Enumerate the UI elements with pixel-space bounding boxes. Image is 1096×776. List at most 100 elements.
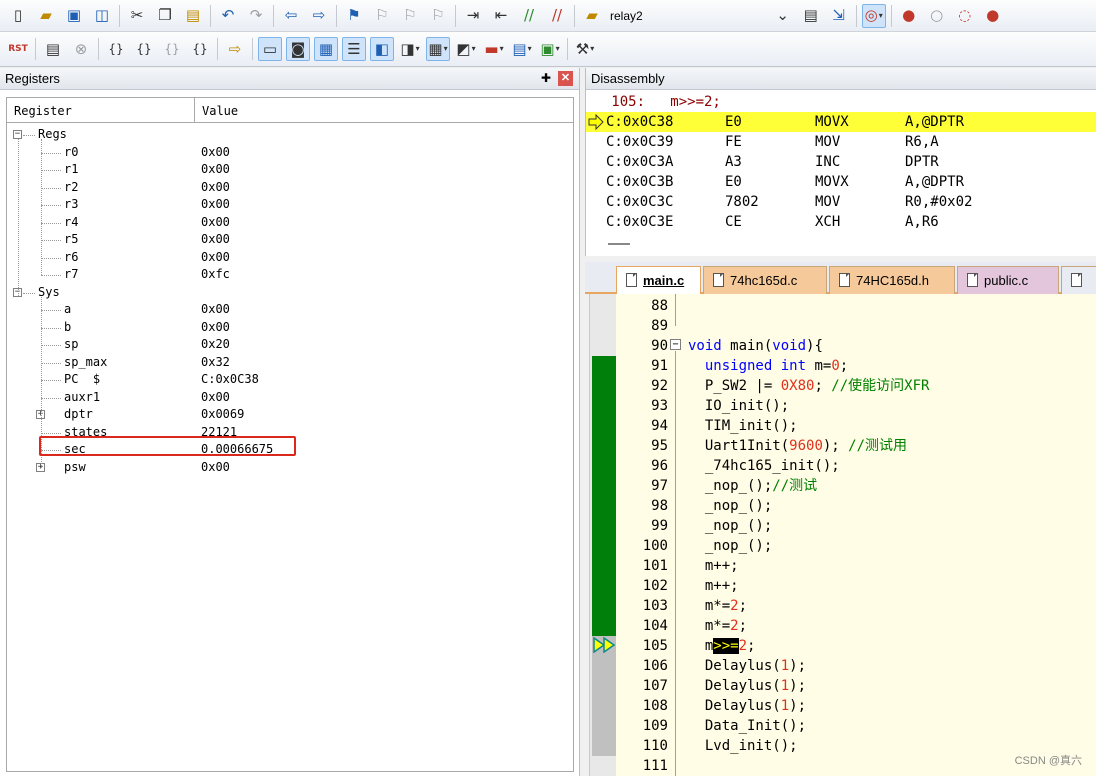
disassembly-line[interactable]: C:0x0C38 E0 MOVX A,@DPTR	[586, 112, 1096, 132]
close-icon[interactable]: ✕	[558, 71, 573, 86]
register-row[interactable]: a 0x00	[7, 301, 567, 319]
code-line[interactable]: unsigned int m=0;	[688, 356, 848, 376]
cut-icon[interactable]: ✂	[125, 4, 149, 28]
bookmark-icon[interactable]: ⚑	[342, 4, 366, 28]
tab-main-c[interactable]: main.c	[616, 266, 701, 294]
code-line[interactable]: Data_Init();	[688, 716, 806, 736]
serial-window-icon[interactable]: ◩ ▾	[454, 37, 478, 61]
watch-window-icon[interactable]: ◨ ▾	[398, 37, 422, 61]
symbols-window-icon[interactable]: ▦	[314, 37, 338, 61]
register-value[interactable]: 0x20	[201, 336, 230, 354]
memory-window-icon[interactable]: ▦ ▾	[426, 37, 450, 61]
tab-public-c[interactable]: public.c	[957, 266, 1059, 294]
nav-back-icon[interactable]: ⇦	[279, 4, 303, 28]
code-line[interactable]: m*=2;	[688, 596, 747, 616]
code-line[interactable]: TIM_init();	[688, 416, 798, 436]
code-line[interactable]: P_SW2 |= 0X80; //使能访问XFR	[688, 376, 930, 396]
tab-74hc165d-h[interactable]: 74HC165d.h	[829, 266, 955, 294]
step-out-icon[interactable]: {}	[160, 37, 184, 61]
register-row[interactable]: r2 0x00	[7, 179, 567, 197]
comment-icon[interactable]: //	[517, 4, 541, 28]
incremental-find-icon[interactable]: ⇲	[827, 4, 851, 28]
tree-collapse-icon[interactable]: −	[13, 130, 22, 139]
code-line[interactable]: _nop_();//测试	[688, 476, 817, 496]
disable-breakpoints-icon[interactable]: ◌	[953, 4, 977, 28]
register-value[interactable]: C:0x0C38	[201, 371, 259, 389]
trace-window-icon[interactable]: ▤ ▾	[510, 37, 534, 61]
code-line[interactable]: IO_init();	[688, 396, 789, 416]
code-line[interactable]: m>>=2;	[688, 636, 755, 656]
code-line[interactable]: m++;	[688, 556, 739, 576]
register-row[interactable]: r3 0x00	[7, 196, 567, 214]
register-row[interactable]: r4 0x00	[7, 214, 567, 232]
analysis-window-icon[interactable]: ▬ ▾	[482, 37, 506, 61]
show-next-statement-icon[interactable]: ⇨	[223, 37, 247, 61]
disassembly-line[interactable]: C:0x0C3B E0 MOVX A,@DPTR	[586, 172, 1096, 192]
pin-icon[interactable]: ✚	[541, 71, 551, 85]
nav-forward-icon[interactable]: ⇨	[307, 4, 331, 28]
kill-breakpoints-icon[interactable]: ●	[981, 4, 1005, 28]
register-row[interactable]: r5 0x00	[7, 231, 567, 249]
register-value[interactable]: 0xfc	[201, 266, 230, 284]
code-line[interactable]: Uart1Init(9600); //测试用	[688, 436, 907, 456]
redo-icon[interactable]: ↷	[244, 4, 268, 28]
code-line[interactable]: void main(void){	[688, 336, 823, 356]
unindent-icon[interactable]: ⇤	[489, 4, 513, 28]
clear-bookmarks-icon[interactable]: ⚐	[426, 4, 450, 28]
step-over-icon[interactable]: {}	[132, 37, 156, 61]
register-row[interactable]: r0 0x00	[7, 144, 567, 162]
register-value[interactable]: 0x32	[201, 354, 230, 372]
register-row[interactable]: + psw 0x00	[7, 459, 567, 477]
code-line[interactable]: Delaylus(1);	[688, 676, 806, 696]
copy-icon[interactable]: ❐	[153, 4, 177, 28]
code-line[interactable]: m*=2;	[688, 616, 747, 636]
code-line[interactable]: _nop_();	[688, 516, 772, 536]
registers-window-icon[interactable]: ☰	[342, 37, 366, 61]
register-row[interactable]: r7 0xfc	[7, 266, 567, 284]
enable-breakpoint-icon[interactable]: ○	[925, 4, 949, 28]
toolbox-icon[interactable]: ⚒ ▾	[573, 37, 597, 61]
code-line[interactable]: Lvd_init();	[688, 736, 798, 756]
run-icon[interactable]: ▤	[41, 37, 65, 61]
register-value[interactable]: 0x00	[201, 144, 230, 162]
register-value[interactable]: 0x00	[201, 301, 230, 319]
register-value[interactable]: 0x00	[201, 214, 230, 232]
disassembly-line[interactable]: C:0x0C3E CE XCH A,R6	[586, 212, 1096, 232]
register-value[interactable]: 0x00	[201, 319, 230, 337]
reset-icon[interactable]: RST	[6, 37, 30, 61]
code-line[interactable]: _nop_();	[688, 496, 772, 516]
call-stack-window-icon[interactable]: ◧	[370, 37, 394, 61]
register-value[interactable]: 0x0069	[201, 406, 244, 424]
register-row[interactable]: sp_max 0x32	[7, 354, 567, 372]
register-row[interactable]: r6 0x00	[7, 249, 567, 267]
save-all-icon[interactable]: ◫	[90, 4, 114, 28]
insert-breakpoint-icon[interactable]: ●	[897, 4, 921, 28]
tab-more[interactable]	[1061, 266, 1096, 294]
stop-icon[interactable]: ⊗	[69, 37, 93, 61]
register-value[interactable]: 0x00	[201, 161, 230, 179]
new-file-icon[interactable]: ▯	[6, 4, 30, 28]
fold-collapse-icon[interactable]: −	[670, 339, 681, 350]
open-file-icon[interactable]: ▰	[34, 4, 58, 28]
disassembly-window-icon[interactable]: ◙	[286, 37, 310, 61]
code-editor[interactable]: 88 89 90 91 92 93 94 95 96 97 98 99 100 101 102 103 104 1…	[589, 294, 1096, 776]
column-header-register[interactable]: Register	[7, 98, 195, 122]
system-viewer-icon[interactable]: ▣ ▾	[538, 37, 562, 61]
code-line[interactable]: Delaylus(1);	[688, 696, 806, 716]
code-line[interactable]: _nop_();	[688, 536, 772, 556]
indent-icon[interactable]: ⇥	[461, 4, 485, 28]
disassembly-line[interactable]: C:0x0C3C 7802 MOV R0,#0x02	[586, 192, 1096, 212]
debug-session-icon[interactable]: ◎ ▾	[861, 3, 886, 28]
dropdown-chevron-icon[interactable]: ⌄	[771, 4, 795, 28]
find-icon[interactable]: ▤	[799, 4, 823, 28]
undo-icon[interactable]: ↶	[216, 4, 240, 28]
disassembly-listing[interactable]: 105: m>>=2; C:0x0C38 E0 MOVX A,@DPTR C:0x0C3…	[586, 92, 1096, 256]
disassembly-line[interactable]: C:0x0C3A A3 INC DPTR	[586, 152, 1096, 172]
step-into-icon[interactable]: {}	[104, 37, 128, 61]
code-line[interactable]: _74hc165_init();	[688, 456, 840, 476]
register-row[interactable]: auxr1 0x00	[7, 389, 567, 407]
register-value[interactable]: 0x00	[201, 231, 230, 249]
register-row[interactable]: + dptr 0x0069	[7, 406, 567, 424]
register-value[interactable]: 0x00	[201, 249, 230, 267]
code-line[interactable]: m++;	[688, 576, 739, 596]
